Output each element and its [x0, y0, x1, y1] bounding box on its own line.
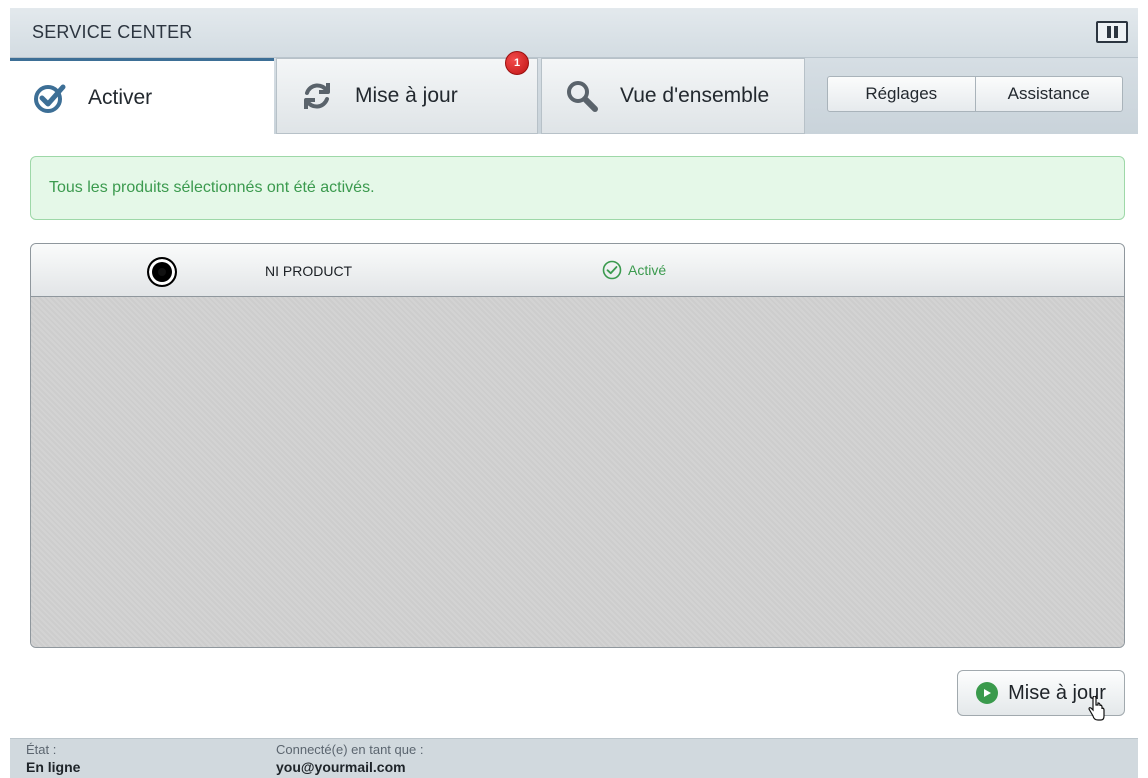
- tab-strip: Activer Mise à jour 1 Vue d'ensemble Rég…: [10, 51, 1138, 134]
- header-button-group: Réglages Assistance: [827, 76, 1123, 112]
- user-label: Connecté(e) en tant que :: [276, 742, 424, 757]
- product-name: NI PRODUCT: [265, 263, 353, 279]
- state-label: État :: [26, 742, 57, 757]
- product-list-empty-area: [31, 297, 1124, 647]
- user-email: you@yourmail.com: [276, 759, 406, 775]
- success-message: Tous les produits sélectionnés ont été a…: [49, 179, 375, 196]
- tab-vue-d-ensemble-label: Vue d'ensemble: [620, 84, 770, 107]
- tab-mise-a-jour-label: Mise à jour: [355, 84, 458, 107]
- product-status: Activé: [602, 260, 666, 280]
- play-icon: [976, 682, 999, 704]
- check-circle-icon: [602, 260, 622, 280]
- product-status-label: Activé: [628, 262, 667, 278]
- refresh-icon: [299, 78, 335, 114]
- status-bar: État : En ligne Connecté(e) en tant que …: [10, 738, 1138, 778]
- mouse-cursor-icon: [1088, 696, 1105, 721]
- app-title: SERVICE CENTER: [32, 22, 193, 42]
- tab-activer-label: Activer: [88, 85, 153, 109]
- search-icon: [564, 78, 600, 114]
- support-button[interactable]: Assistance: [974, 77, 1123, 111]
- tab-mise-a-jour[interactable]: Mise à jour 1: [276, 51, 538, 134]
- product-radio-button[interactable]: [147, 257, 177, 287]
- checkmark-icon: [32, 80, 68, 116]
- settings-button[interactable]: Réglages: [828, 77, 975, 111]
- ni-logo-icon: [1096, 21, 1128, 43]
- notification-badge: 1: [505, 51, 529, 75]
- tab-vue-d-ensemble[interactable]: Vue d'ensemble: [541, 58, 805, 134]
- product-list: NI PRODUCT Activé: [30, 243, 1125, 648]
- product-row[interactable]: NI PRODUCT Activé: [31, 244, 1124, 297]
- success-banner: Tous les produits sélectionnés ont été a…: [30, 156, 1125, 220]
- state-value: En ligne: [26, 759, 81, 775]
- title-bar: SERVICE CENTER: [10, 8, 1138, 58]
- tab-activer[interactable]: Activer: [10, 58, 274, 134]
